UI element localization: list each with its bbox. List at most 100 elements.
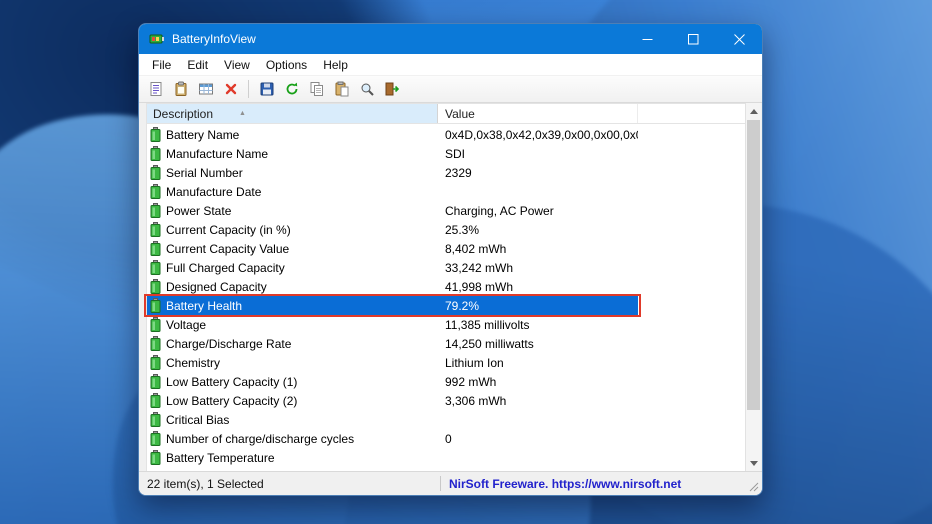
list-row[interactable]: Battery Temperature: [147, 448, 638, 467]
list-row[interactable]: Charge/Discharge Rate 14,250 milliwatts: [147, 334, 638, 353]
description-header-label: Description: [153, 106, 214, 121]
row-description: Low Battery Capacity (2): [166, 393, 298, 408]
toolbar: [139, 76, 762, 103]
menu-file[interactable]: File: [144, 56, 179, 74]
clipboard-icon: [175, 81, 186, 96]
battery-icon: [150, 317, 161, 332]
battery-icon: [150, 393, 161, 408]
list-row[interactable]: Number of charge/discharge cycles 0: [147, 429, 638, 448]
row-value: 14,250 milliwatts: [445, 336, 534, 351]
maximize-button[interactable]: [670, 24, 716, 54]
row-description: Critical Bias: [166, 412, 230, 427]
scroll-down-button[interactable]: [746, 455, 761, 471]
title-bar[interactable]: BatteryInfoView: [139, 24, 762, 54]
row-value: 79.2%: [445, 298, 480, 313]
minimize-button[interactable]: [624, 24, 670, 54]
row-description: Battery Health: [166, 298, 243, 313]
battery-icon: [150, 127, 161, 142]
list-row[interactable]: Manufacture Name SDI: [147, 144, 638, 163]
battery-icon: [150, 374, 161, 389]
row-description: Current Capacity (in %): [166, 222, 291, 237]
row-description: Designed Capacity: [166, 279, 267, 294]
row-description: Serial Number: [166, 165, 243, 180]
battery-icon: [150, 412, 161, 427]
row-value: 0: [445, 431, 452, 446]
list-row[interactable]: Full Charged Capacity 33,242 mWh: [147, 258, 638, 277]
app-icon[interactable]: [149, 31, 165, 47]
battery-icon: [150, 336, 161, 351]
row-description: Current Capacity Value: [166, 241, 290, 256]
menu-bar: File Edit View Options Help: [139, 54, 762, 76]
toolbar-save-button[interactable]: [255, 78, 278, 101]
list-row[interactable]: Manufacture Date: [147, 182, 638, 201]
delete-icon: [225, 83, 236, 95]
battery-icon: [150, 241, 161, 256]
column-header-description[interactable]: Description ▲: [147, 104, 438, 123]
toolbar-copy-button[interactable]: [305, 78, 328, 101]
toolbar-report-button[interactable]: [144, 78, 167, 101]
toolbar-find-button[interactable]: [355, 78, 378, 101]
vertical-scrollbar[interactable]: [745, 103, 761, 471]
battery-icon: [150, 203, 161, 218]
value-header-label: Value: [445, 106, 475, 121]
menu-options[interactable]: Options: [258, 56, 315, 74]
save-icon: [260, 82, 273, 96]
toolbar-separator: [248, 80, 249, 98]
list-row[interactable]: Voltage 11,385 millivolts: [147, 315, 638, 334]
row-description: Charge/Discharge Rate: [166, 336, 292, 351]
row-value: 11,385 millivolts: [445, 317, 530, 332]
list-row[interactable]: Battery Name 0x4D,0x38,0x42,0x39,0x00,0x…: [147, 125, 638, 144]
menu-help[interactable]: Help: [315, 56, 356, 74]
sort-ascending-icon: ▲: [239, 110, 246, 117]
battery-icon: [150, 355, 161, 370]
row-value: 25.3%: [445, 222, 480, 237]
row-value: 2329: [445, 165, 472, 180]
list-row[interactable]: Low Battery Capacity (1) 992 mWh: [147, 372, 638, 391]
menu-view[interactable]: View: [216, 56, 258, 74]
list-row[interactable]: Critical Bias: [147, 410, 638, 429]
maximize-icon: [687, 33, 698, 44]
column-header-value[interactable]: Value: [438, 104, 638, 123]
toolbar-refresh-button[interactable]: [280, 78, 303, 101]
resize-grip[interactable]: [748, 481, 759, 492]
caption-buttons: [624, 24, 762, 54]
row-value: Lithium Ion: [445, 355, 504, 370]
scroll-up-button[interactable]: [746, 103, 761, 119]
battery-icon: [150, 260, 161, 275]
menu-edit[interactable]: Edit: [179, 56, 216, 74]
list-row[interactable]: Battery Health 79.2%: [144, 294, 641, 317]
nirsoft-link[interactable]: NirSoft Freeware. https://www.nirsoft.ne…: [449, 477, 681, 491]
row-description: Number of charge/discharge cycles: [166, 431, 355, 446]
table-icon: [198, 83, 213, 95]
minimize-icon: [642, 38, 652, 40]
list-row[interactable]: Chemistry Lithium Ion: [147, 353, 638, 372]
toolbar-delete-button[interactable]: [219, 78, 242, 101]
report-icon: [150, 82, 161, 96]
list-row[interactable]: Current Capacity (in %) 25.3%: [147, 220, 638, 239]
toolbar-paste-button[interactable]: [330, 78, 353, 101]
close-button[interactable]: [716, 24, 762, 54]
row-value: 992 mWh: [445, 374, 497, 389]
list-row[interactable]: Current Capacity Value 8,402 mWh: [147, 239, 638, 258]
row-value: 8,402 mWh: [445, 241, 507, 256]
list-row[interactable]: Serial Number 2329: [147, 163, 638, 182]
battery-icon: [150, 184, 161, 199]
list-row[interactable]: Low Battery Capacity (2) 3,306 mWh: [147, 391, 638, 410]
list-rows: Battery Name 0x4D,0x38,0x42,0x39,0x00,0x…: [144, 124, 745, 471]
scroll-down-icon: [749, 460, 758, 466]
battery-info-list: Description ▲ Value Battery Name 0x4D,0x…: [144, 103, 745, 471]
row-value: Charging, AC Power: [445, 203, 554, 218]
row-description: Manufacture Name: [166, 146, 269, 161]
toolbar-exit-button[interactable]: [380, 78, 403, 101]
find-icon: [361, 83, 374, 96]
scroll-up-icon: [749, 108, 758, 114]
toolbar-table-button[interactable]: [194, 78, 217, 101]
list-row[interactable]: Designed Capacity 41,998 mWh: [147, 277, 638, 296]
scrollbar-thumb[interactable]: [747, 120, 760, 410]
list-header: Description ▲ Value: [147, 104, 745, 124]
window-title: BatteryInfoView: [172, 32, 256, 46]
row-description: Voltage: [166, 317, 207, 332]
toolbar-clipboard-button[interactable]: [169, 78, 192, 101]
list-row[interactable]: Power State Charging, AC Power: [147, 201, 638, 220]
battery-icon: [150, 431, 161, 446]
